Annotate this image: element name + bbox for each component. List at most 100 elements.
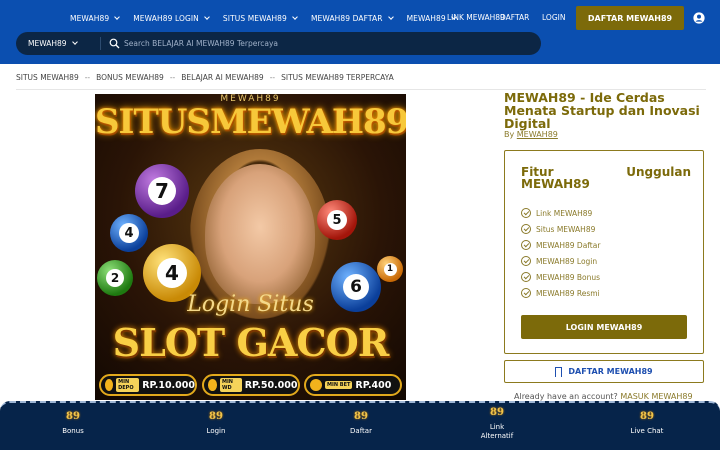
badge-min-depo: MIN DEPO RP.10.000 xyxy=(99,374,197,396)
bottom-nav-login[interactable]: 89 Login xyxy=(176,411,256,436)
nav-item-mewah89-login[interactable]: MEWAH89 LOGIN xyxy=(133,13,210,23)
hero-title: SITUSMEWAH89 xyxy=(95,102,406,142)
breadcrumb-item[interactable]: BONUS MEWAH89 xyxy=(96,73,164,82)
account-prompt: Already have an account? MASUK MEWAH89 xyxy=(514,392,693,401)
search-divider xyxy=(100,37,101,50)
product-title: MEWAH89 - Ide Cerdas Menata Startup dan … xyxy=(504,90,700,131)
feature-label: MEWAH89 Login xyxy=(536,256,598,266)
search-icon[interactable] xyxy=(109,38,120,49)
chevron-down-icon xyxy=(387,13,394,20)
feature-item: Link MEWAH89 xyxy=(521,208,592,218)
bookmark-icon xyxy=(555,366,563,377)
features-card-title: Fitur Unggulan MEWAH89 xyxy=(521,166,691,190)
breadcrumb-item[interactable]: SITUS MEWAH89 TERPERCAYA xyxy=(281,73,394,82)
bottom-nav-label: Bonus xyxy=(62,427,84,435)
chevron-down-icon xyxy=(71,39,78,45)
breadcrumb-item[interactable]: BELAJAR AI MEWAH89 xyxy=(181,73,263,82)
search-category-select[interactable]: MEWAH89 xyxy=(28,32,78,55)
nav-item-situs-mewah89[interactable]: SITUS MEWAH89 xyxy=(222,13,298,23)
bottom-nav-label: Link Alternatif xyxy=(480,423,514,440)
nav-item-mewah89[interactable]: MEWAH89 xyxy=(70,13,121,23)
feature-label: MEWAH89 Daftar xyxy=(536,240,601,250)
brand-89-icon: 89 xyxy=(209,411,223,422)
hero-woman-illustration xyxy=(205,164,315,304)
lottery-ball: 5 xyxy=(317,200,357,240)
feature-label: Link MEWAH89 xyxy=(536,208,593,218)
breadcrumb-separator: -- xyxy=(169,73,176,82)
bottom-nav-link-alternatif[interactable]: 89 Link Alternatif xyxy=(458,407,536,441)
daftar-mewah89-button[interactable]: DAFTAR MEWAH89 xyxy=(576,6,684,30)
author-prefix: By xyxy=(504,130,515,139)
brand-89-icon: 89 xyxy=(640,411,654,422)
hero-badges: MIN DEPO RP.10.000 MIN WD RP.50.000 MIN … xyxy=(99,374,402,396)
search-category-label: MEWAH89 xyxy=(28,39,67,48)
bottom-nav-label: Live Chat xyxy=(630,427,664,435)
search-bar: MEWAH89 xyxy=(16,32,541,55)
chevron-down-icon xyxy=(114,13,121,20)
lottery-ball: 1 xyxy=(377,256,403,282)
nav-link-login[interactable]: LOGIN xyxy=(542,13,565,22)
feature-item: MEWAH89 Resmi xyxy=(521,288,600,298)
lottery-ball: 2 xyxy=(97,260,133,296)
check-circle-icon xyxy=(521,240,531,250)
features-title-line2: MEWAH89 xyxy=(521,177,590,191)
badge-label: MIN DEPO xyxy=(116,378,140,392)
search-input[interactable] xyxy=(124,35,524,52)
check-circle-icon xyxy=(521,288,531,298)
diamond-icon xyxy=(310,379,322,391)
login-mewah89-button[interactable]: LOGIN MEWAH89 xyxy=(521,315,687,339)
feature-item: MEWAH89 Bonus xyxy=(521,272,600,282)
account-prompt-text: Already have an account? xyxy=(514,392,618,401)
features-card: Fitur Unggulan MEWAH89 Link MEWAH89 Situ… xyxy=(504,150,704,354)
bottom-nav-bonus[interactable]: 89 Bonus xyxy=(33,411,113,436)
masuk-link[interactable]: MASUK MEWAH89 xyxy=(620,392,692,401)
check-circle-icon xyxy=(521,224,531,234)
features-title-right: Unggulan xyxy=(626,165,691,179)
lottery-ball: 4 xyxy=(110,214,148,252)
chevron-down-icon xyxy=(204,13,210,20)
lightning-icon xyxy=(207,379,217,391)
nav-item-label: MEWAH89 xyxy=(70,13,110,23)
author-link[interactable]: MEWAH89 xyxy=(517,130,558,139)
bottom-nav-label: Daftar xyxy=(350,427,372,435)
check-circle-icon xyxy=(521,256,531,266)
badge-min-wd: MIN WD RP.50.000 xyxy=(201,374,300,396)
badge-min-bet: MIN BET RP.400 xyxy=(304,374,402,396)
nav-item-label: SITUS MEWAH89 xyxy=(222,13,287,23)
nav-link-link-mewah89[interactable]: LINK MEWAH89 xyxy=(447,13,505,22)
breadcrumb-separator: -- xyxy=(84,73,91,82)
nav-item-mewah89-daftar[interactable]: MEWAH89 DAFTAR xyxy=(311,13,394,23)
nav-item-label: MEWAH89 LOGIN xyxy=(133,13,199,23)
feature-item: Situs MEWAH89 xyxy=(521,224,595,234)
nav-link-daftar[interactable]: DAFTAR xyxy=(500,13,529,22)
product-author: By MEWAH89 xyxy=(504,130,558,139)
bottom-nav-label: Login xyxy=(206,427,226,435)
feature-label: MEWAH89 Resmi xyxy=(536,288,600,298)
lottery-ball: 7 xyxy=(135,164,189,218)
breadcrumb: SITUS MEWAH89 -- BONUS MEWAH89 -- BELAJA… xyxy=(16,73,394,82)
bottom-nav-live-chat[interactable]: 89 Live Chat xyxy=(607,411,687,436)
hero-main-text: SLOT GACOR xyxy=(112,320,390,365)
hero-subtitle: Login Situs xyxy=(187,292,314,317)
wallet-icon xyxy=(105,379,114,391)
breadcrumb-separator: -- xyxy=(269,73,276,82)
badge-value: RP.10.000 xyxy=(142,379,195,391)
top-header: MEWAH89 MEWAH89 LOGIN SITUS MEWAH89 MEWA… xyxy=(0,0,720,64)
brand-89-icon: 89 xyxy=(354,411,368,422)
product-image[interactable]: MEWAH89 SITUSMEWAH89 7 4 4 2 5 6 1 Login… xyxy=(95,94,406,400)
nav-item-label: MEWAH89 xyxy=(406,13,446,23)
daftar-mewah89-secondary-button[interactable]: DAFTAR MEWAH89 xyxy=(504,360,704,383)
badge-label: MIN BET xyxy=(325,381,353,389)
check-circle-icon xyxy=(521,272,531,282)
breadcrumb-item[interactable]: SITUS MEWAH89 xyxy=(16,73,79,82)
user-circle-icon[interactable] xyxy=(693,12,705,24)
feature-label: MEWAH89 Bonus xyxy=(536,272,601,282)
check-circle-icon xyxy=(521,208,531,218)
badge-value: RP.50.000 xyxy=(244,379,298,391)
brand-89-icon: 89 xyxy=(66,411,80,422)
badge-label: MIN WD xyxy=(219,378,242,392)
chevron-down-icon xyxy=(292,13,298,20)
daftar-button-label: DAFTAR MEWAH89 xyxy=(568,367,653,376)
bottom-nav-daftar[interactable]: 89 Daftar xyxy=(321,411,401,436)
feature-item: MEWAH89 Daftar xyxy=(521,240,600,250)
